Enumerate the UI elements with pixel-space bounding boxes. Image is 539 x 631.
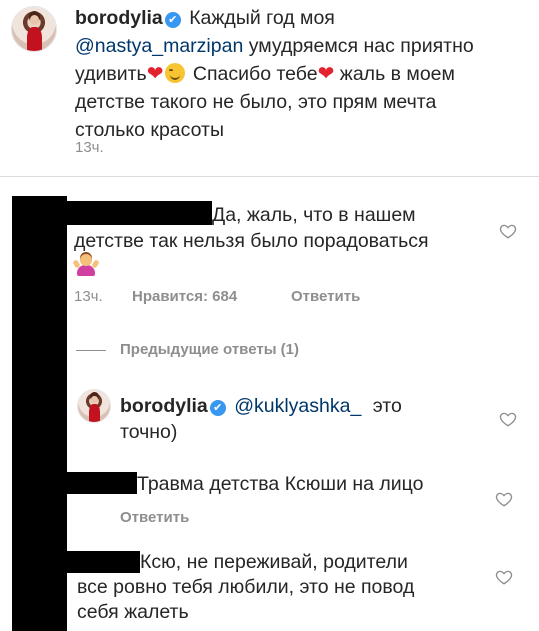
comment3-line1: Ксю, не переживай, родители (140, 551, 408, 573)
redacted-avatar (12, 196, 67, 631)
reply-avatar[interactable] (77, 389, 111, 423)
caption-username[interactable]: borodylia (75, 7, 163, 29)
comment2-reply-button[interactable]: Ответить (120, 509, 189, 526)
comment2-line1: Травма детства Ксюши на лицо (137, 473, 424, 495)
caption-avatar[interactable] (11, 6, 57, 52)
caption-line3a: удивить (75, 63, 147, 85)
red-heart-emoji: ❤ (146, 63, 164, 85)
red-heart-emoji: ❤ (317, 63, 335, 85)
divider (0, 176, 539, 177)
verified-badge-icon: ✔ (209, 400, 226, 416)
redacted-username (67, 551, 140, 573)
reply1-mention[interactable]: @kuklyashka_ (234, 395, 361, 417)
comment1-time: 13ч. (74, 288, 103, 305)
woman-shrugging-emoji (72, 254, 100, 276)
reply1-like-heart-icon[interactable] (499, 410, 517, 428)
view-previous-replies-button[interactable]: Предыдущие ответы (1) (120, 341, 299, 358)
caption-text: borodylia ✔ Каждый год моя @nastya_marzip… (75, 6, 530, 142)
caption-line2: умудряемся нас приятно (248, 35, 474, 57)
comment1-line1: Да, жаль, что в нашем (212, 204, 416, 226)
replies-toggle-line (76, 350, 106, 351)
caption-mention[interactable]: @nastya_marzipan (75, 35, 243, 57)
reply1-line2: точно) (120, 421, 178, 443)
caption-line4: детстве такого не было, это прям мечта (75, 91, 437, 113)
smiling-face-emoji (165, 63, 186, 83)
caption-line5: столько красоты (75, 119, 224, 141)
reply1-username[interactable]: borodylia (120, 395, 208, 417)
comment1-like-heart-icon[interactable] (499, 222, 517, 240)
comment1-likes[interactable]: Нравится: 684 (132, 288, 237, 305)
caption-time: 13ч. (75, 139, 104, 156)
redacted-username (67, 472, 137, 494)
comment1-line2: детстве так нельзя было порадоваться (74, 230, 429, 252)
comment2-like-heart-icon[interactable] (495, 490, 513, 508)
verified-badge-icon: ✔ (164, 12, 181, 28)
caption-line3c: жаль в моем (339, 63, 455, 85)
reply1-line1: это (372, 395, 402, 417)
comment3-like-heart-icon[interactable] (495, 568, 513, 586)
redacted-username (67, 201, 212, 225)
caption-line1: Каждый год моя (189, 7, 335, 29)
comment1-reply-button[interactable]: Ответить (291, 288, 360, 305)
caption-line3b: Спасибо тебе (192, 63, 318, 85)
comment3-line3: себя жалеть (77, 601, 189, 623)
reply1-text: borodylia ✔ @kuklyashka_ это точно) (120, 394, 500, 444)
comment3-line2: все ровно тебя любили, это не повод (77, 576, 415, 598)
